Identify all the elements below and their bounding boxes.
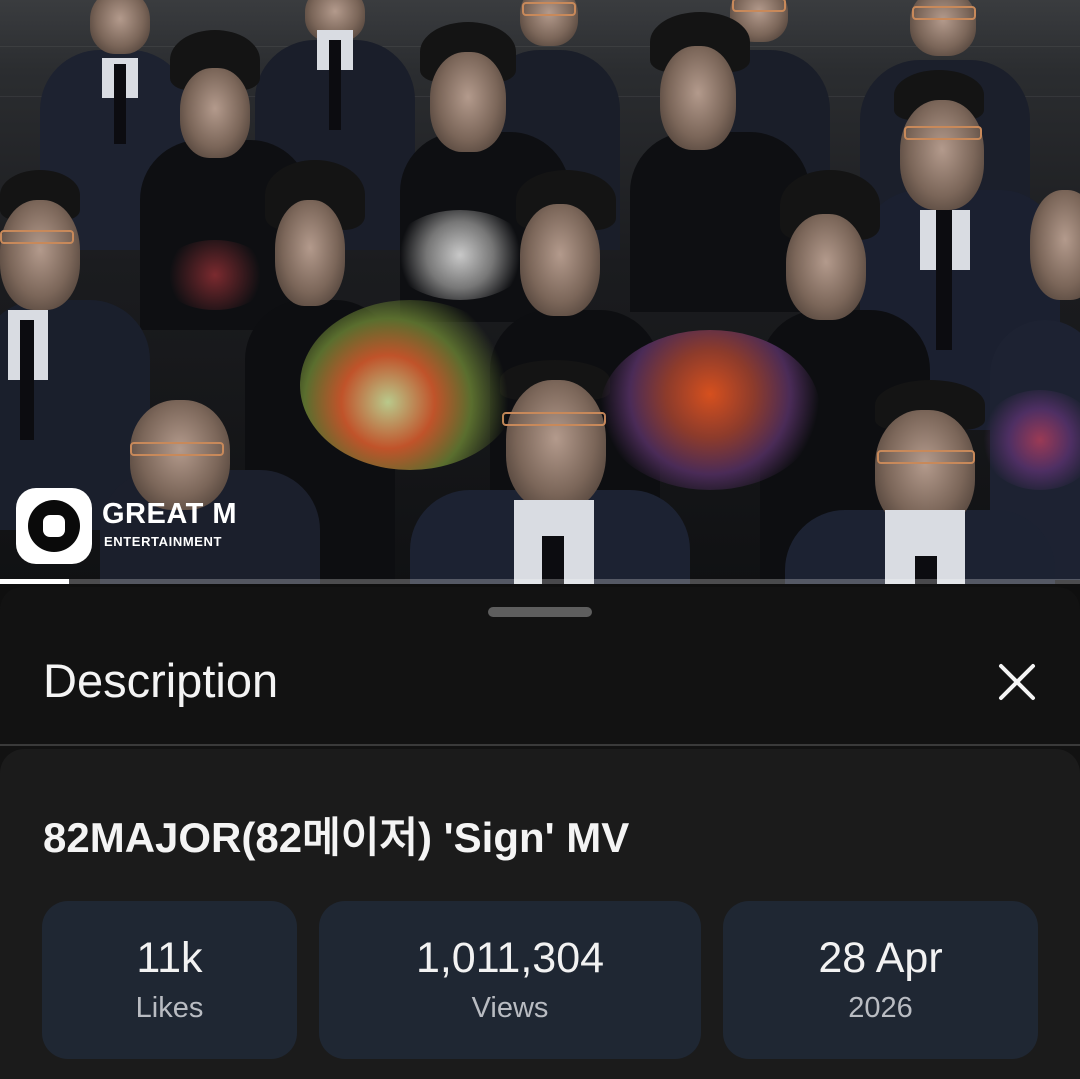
publish-year: 2026 [848, 992, 913, 1025]
stat-views: 1,011,304 Views [319, 901, 701, 1059]
description-content: 82MAJOR(82메이저) 'Sign' MV 11k Likes 1,011… [0, 749, 1080, 1079]
stat-date: 28 Apr 2026 [723, 901, 1038, 1059]
video-title: 82MAJOR(82메이저) 'Sign' MV [43, 814, 630, 861]
video-progress-fill [0, 579, 70, 584]
video-progress-bar[interactable] [0, 579, 1080, 584]
publish-date: 28 Apr [818, 933, 943, 982]
description-sheet: Description 82MAJOR(82메이저) 'Sign' MV 11k… [0, 587, 1080, 1079]
logo-brand-text: GREAT M [102, 498, 238, 530]
close-icon [999, 664, 1035, 700]
newspaper [390, 210, 530, 300]
close-button[interactable] [990, 655, 1044, 709]
flower-bouquet [300, 300, 520, 470]
divider [0, 744, 1080, 746]
likes-count: 11k [136, 933, 203, 982]
flower-bouquet [160, 240, 270, 310]
video-player[interactable]: GREAT M ENTERTAINMENT [0, 0, 1080, 584]
views-count: 1,011,304 [415, 933, 605, 982]
flower-bouquet [600, 330, 820, 490]
person [100, 390, 320, 584]
great-m-logo-icon [16, 488, 92, 564]
drag-handle[interactable] [488, 607, 592, 617]
likes-label: Likes [135, 992, 204, 1025]
sheet-title: Description [43, 654, 279, 707]
logo-subtitle-text: ENTERTAINMENT [104, 534, 223, 549]
views-label: Views [471, 992, 549, 1025]
stat-likes: 11k Likes [42, 901, 297, 1059]
